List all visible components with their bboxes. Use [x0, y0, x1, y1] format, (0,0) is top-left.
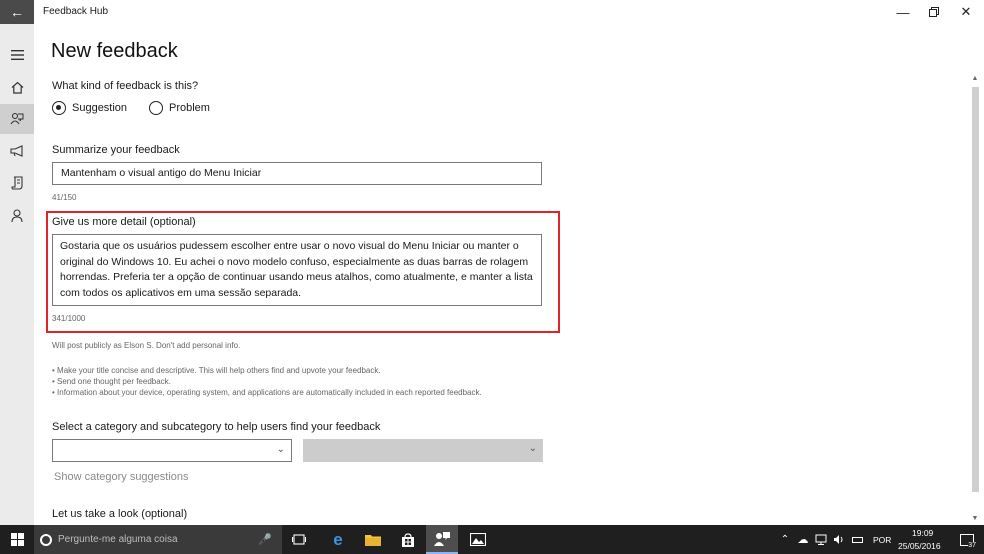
look-label: Let us take a look (optional) — [52, 508, 188, 520]
battery-tray[interactable] — [850, 525, 864, 554]
nav-menu-button[interactable] — [0, 40, 34, 70]
show-hidden-icons-button[interactable]: ⌃ — [778, 525, 792, 554]
problem-radio[interactable]: Problem — [149, 101, 210, 115]
restore-icon — [929, 7, 939, 17]
scroll-icon — [11, 176, 23, 190]
detail-count: 341/1000 — [52, 314, 86, 323]
store-button[interactable] — [393, 525, 423, 554]
cortana-icon — [40, 533, 52, 546]
microphone-icon[interactable]: 🎤 — [258, 533, 272, 546]
scroll-up-icon[interactable]: ▲ — [970, 75, 980, 83]
tip-item: • Make your title concise and descriptiv… — [52, 366, 381, 375]
task-view-icon — [292, 534, 306, 545]
suggestion-label: Suggestion — [72, 102, 128, 114]
taskbar: Pergunte-me alguma coisa 🎤 e ⌃ ☁ POR 19:… — [0, 525, 984, 554]
feedback-hub-window: ← Feedback Hub — ✕ New feedback What kin… — [0, 0, 984, 554]
tip-item: • Send one thought per feedback. — [52, 377, 171, 386]
nav-home[interactable] — [0, 72, 34, 102]
clock-time[interactable]: 19:09 — [912, 528, 933, 538]
suggestion-radio[interactable]: Suggestion — [52, 101, 127, 115]
minimize-icon: — — [896, 4, 910, 20]
problem-label: Problem — [169, 102, 210, 114]
close-button[interactable]: ✕ — [951, 2, 981, 22]
notification-icon: 37 — [960, 533, 976, 549]
category-label: Select a category and subcategory to hel… — [52, 421, 381, 433]
scroll-thumb[interactable] — [972, 87, 979, 492]
category-select[interactable]: ⌄ — [52, 439, 292, 462]
onedrive-tray[interactable]: ☁ — [796, 525, 810, 554]
network-tray[interactable] — [814, 525, 828, 554]
feedback-hub-icon — [434, 532, 450, 546]
summary-input[interactable]: Mantenham o visual antigo do Menu Inicia… — [52, 162, 542, 185]
chevron-up-icon: ⌃ — [780, 534, 790, 545]
back-button[interactable]: ← — [0, 0, 34, 24]
volume-tray[interactable] — [832, 525, 846, 554]
language-indicator[interactable]: POR — [873, 535, 891, 545]
edge-icon: e — [333, 529, 343, 549]
speaker-icon — [834, 535, 843, 544]
person-icon — [11, 208, 23, 222]
subcategory-select: ⌄ — [303, 439, 543, 462]
app-title: Feedback Hub — [43, 6, 109, 17]
kind-question: What kind of feedback is this? — [52, 80, 199, 92]
maximize-button[interactable] — [919, 2, 949, 22]
photos-button[interactable] — [463, 525, 493, 554]
notification-count: 37 — [968, 541, 976, 549]
nav-announcements[interactable] — [0, 136, 34, 166]
folder-icon — [365, 535, 381, 546]
photos-icon — [470, 533, 486, 546]
radio-checked-icon — [52, 101, 66, 115]
battery-icon — [851, 536, 863, 543]
feedback-hub-taskbar-button[interactable] — [426, 525, 458, 554]
store-bag-icon — [402, 532, 414, 547]
nav-feedback[interactable] — [0, 104, 34, 134]
detail-label: Give us more detail (optional) — [52, 216, 196, 228]
page-title: New feedback — [51, 40, 178, 62]
edge-button[interactable]: e — [323, 525, 353, 554]
cortana-search-box[interactable]: Pergunte-me alguma coisa 🎤 — [34, 525, 282, 554]
file-explorer-button[interactable] — [358, 525, 388, 554]
nav-quests[interactable] — [0, 168, 34, 198]
minimize-button[interactable]: — — [888, 2, 918, 22]
search-placeholder: Pergunte-me alguma coisa — [58, 534, 178, 545]
close-icon: ✕ — [960, 4, 972, 19]
chevron-down-icon: ⌄ — [276, 444, 285, 455]
show-category-suggestions-link[interactable]: Show category suggestions — [54, 471, 189, 483]
public-note: Will post publicly as Elson S. Don't add… — [52, 341, 241, 350]
start-button[interactable] — [0, 525, 34, 554]
network-icon — [815, 534, 827, 545]
left-nav — [0, 24, 34, 525]
back-arrow-icon: ← — [10, 4, 24, 20]
summary-label: Summarize your feedback — [52, 144, 180, 156]
clock-date[interactable]: 25/05/2016 — [898, 541, 941, 551]
title-bar: ← Feedback Hub — ✕ — [0, 0, 984, 24]
scroll-down-icon[interactable]: ▼ — [970, 515, 980, 523]
tip-item: • Information about your device, operati… — [52, 388, 482, 397]
chevron-down-icon: ⌄ — [528, 443, 537, 454]
home-icon — [11, 81, 23, 94]
windows-logo-icon — [10, 533, 24, 546]
task-view-button[interactable] — [288, 525, 310, 554]
detail-textarea[interactable]: Gostaria que os usuários pudessem escolh… — [52, 234, 542, 306]
cloud-icon: ☁ — [797, 534, 809, 546]
summary-count: 41/150 — [52, 193, 77, 202]
action-center-button[interactable]: 37 — [957, 525, 977, 554]
feedback-icon — [10, 112, 24, 125]
vertical-scrollbar[interactable]: ▲ ▼ — [970, 75, 980, 525]
megaphone-icon — [10, 145, 23, 157]
radio-unchecked-icon — [149, 101, 163, 115]
hamburger-icon — [10, 50, 24, 60]
nav-profile[interactable] — [0, 200, 34, 230]
